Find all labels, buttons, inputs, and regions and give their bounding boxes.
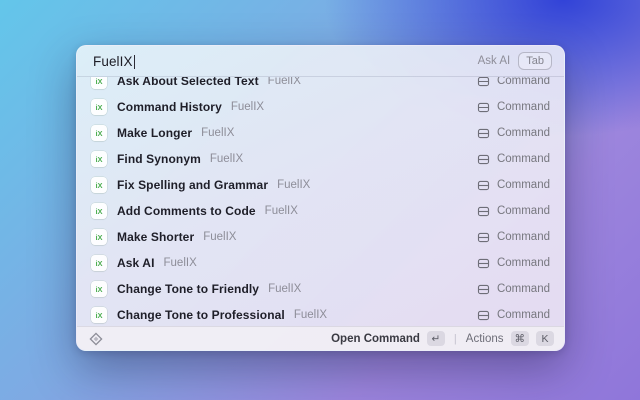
footer-divider: | [453,332,457,345]
command-window-icon [477,179,490,192]
footer-bar: Open Command ↵ | Actions ⌘ K [77,326,564,350]
command-right: Command [477,179,550,192]
list-item[interactable]: iX Ask About Selected Text FuelIX Comman… [85,77,556,94]
command-subtitle: FuelIX [209,153,244,165]
open-command-label[interactable]: Open Command [331,333,420,345]
command-title: Ask About Selected Text [117,77,259,88]
command-right: Command [477,127,550,140]
search-input[interactable]: FuelIX [93,53,136,69]
fuelix-app-icon: iX [91,99,107,115]
fuelix-app-icon: iX [91,281,107,297]
command-right: Command [477,153,550,166]
fuelix-app-icon: iX [91,307,107,323]
command-subtitle: FuelIX [277,179,311,191]
command-title: Add Comments to Code [117,204,256,218]
command-title: Fix Spelling and Grammar [117,178,269,192]
command-type-label: Command [496,205,550,217]
command-type-label: Command [496,127,550,139]
ask-ai-hint: Ask AI [477,55,511,67]
app-logo-icon [89,331,103,346]
command-title: Ask AI [117,256,155,270]
command-title: Change Tone to Professional [117,308,285,322]
search-bar: FuelIX Ask AI Tab [77,46,564,77]
fuelix-app-icon: iX [91,77,107,89]
list-item[interactable]: iX Change Tone to Friendly FuelIX Comman… [85,276,556,302]
command-title: Make Longer [117,126,193,140]
search-bar-right: Ask AI Tab [478,52,552,70]
search-input-value: FuelIX [93,53,133,69]
command-subtitle: FuelIX [203,231,237,243]
list-item[interactable]: iX Fix Spelling and Grammar FuelIX Comma… [85,172,556,198]
return-key-badge: ↵ [426,331,445,346]
list-item[interactable]: iX Make Shorter FuelIX Command [85,224,556,250]
list-item[interactable]: iX Change Tone to Professional FuelIX Co… [85,302,556,326]
command-right: Command [477,101,550,114]
command-right: Command [477,257,550,270]
list-item[interactable]: iX Find Synonym FuelIX Command [85,146,556,172]
k-key-badge: K [536,331,554,346]
actions-label[interactable]: Actions [466,333,504,345]
fuelix-app-icon: iX [91,125,107,141]
command-type-label: Command [496,309,550,321]
command-window-icon [477,257,490,270]
list-item[interactable]: iX Make Longer FuelIX Command [85,120,556,146]
command-type-label: Command [496,77,550,87]
list-item[interactable]: iX Ask AI FuelIX Command [85,250,556,276]
command-window-icon [477,231,490,244]
command-subtitle: FuelIX [163,257,197,269]
command-type-label: Command [496,283,550,295]
command-subtitle: FuelIX [230,101,265,113]
fuelix-app-icon: iX [91,229,107,245]
fuelix-app-icon: iX [91,255,107,271]
fuelix-app-icon: iX [91,203,107,219]
command-title: Find Synonym [117,152,201,166]
command-subtitle: FuelIX [293,309,328,321]
command-subtitle: FuelIX [264,205,298,217]
tab-key-badge[interactable]: Tab [518,52,552,70]
command-type-label: Command [496,179,550,191]
command-list: iX Ask About Selected Text FuelIX Comman… [77,77,564,326]
command-window-icon [477,205,490,218]
fuelix-app-icon: iX [91,177,107,193]
command-window-icon [477,283,490,296]
list-item[interactable]: iX Command History FuelIX Command [85,94,556,120]
command-type-label: Command [496,231,550,243]
command-right: Command [477,77,550,88]
command-type-label: Command [496,257,550,269]
command-window-icon [477,153,490,166]
command-subtitle: FuelIX [268,283,302,295]
command-right: Command [477,283,550,296]
command-window-icon [477,127,490,140]
footer-actions: Open Command ↵ | Actions ⌘ K [331,331,554,346]
command-window-icon [477,77,490,88]
list-item[interactable]: iX Add Comments to Code FuelIX Command [85,198,556,224]
command-window-icon [477,101,490,114]
command-right: Command [477,309,550,322]
command-right: Command [477,205,550,218]
cmd-key-badge: ⌘ [510,331,529,346]
command-type-label: Command [496,101,550,113]
command-window-icon [477,309,490,322]
command-subtitle: FuelIX [267,77,301,87]
command-palette-window: FuelIX Ask AI Tab iX Ask About Selected … [76,45,565,351]
fuelix-app-icon: iX [91,151,107,167]
command-title: Command History [117,100,222,114]
command-type-label: Command [496,153,550,165]
command-title: Change Tone to Friendly [117,282,260,296]
command-subtitle: FuelIX [201,127,235,139]
text-caret [133,54,136,69]
command-title: Make Shorter [117,230,195,244]
command-right: Command [477,231,550,244]
